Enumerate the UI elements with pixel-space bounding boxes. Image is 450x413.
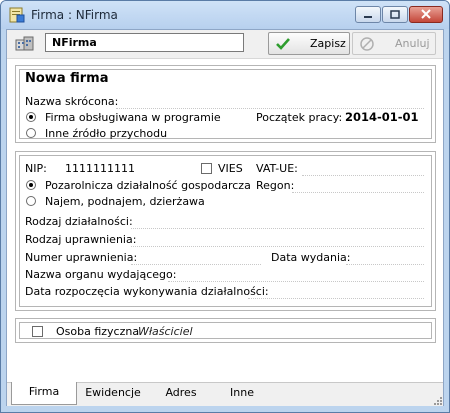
activity-type-field[interactable]	[131, 228, 424, 229]
vies-label: VIES	[218, 162, 243, 175]
issue-date-label: Data wydania:	[271, 251, 351, 264]
toolbar: NFirma Zapisz Anuluj	[7, 30, 443, 59]
company-details-group: NIP: 1111111111 VIES VAT-UE: Pozarolnicz…	[15, 151, 436, 311]
activity-start-field[interactable]	[248, 298, 424, 299]
start-work-label: Początek pracy:	[256, 111, 343, 124]
window-title: Firma : NFirma	[31, 8, 118, 22]
activity-start-label: Data rozpoczęcia wykonywania działalnośc…	[25, 285, 269, 298]
permission-number-label: Numer uprawnienia:	[25, 251, 138, 264]
radio-other-income[interactable]	[26, 128, 36, 138]
minimize-icon	[364, 16, 372, 18]
short-name-field[interactable]	[116, 108, 424, 109]
short-name-label: Nazwa skrócona:	[25, 95, 119, 108]
tab-bar: Firma Ewidencje Adres Inne	[7, 382, 443, 406]
cancel-button[interactable]: Anuluj	[352, 32, 436, 55]
save-button-label: Zapisz	[310, 37, 346, 50]
tab-inne[interactable]: Inne	[215, 383, 269, 405]
radio-business-activity[interactable]	[26, 180, 36, 190]
permission-type-field[interactable]	[131, 246, 424, 247]
radio-rent[interactable]	[26, 196, 36, 206]
issuing-authority-label: Nazwa organu wydającego:	[25, 268, 177, 281]
checkmark-icon	[275, 36, 291, 52]
natural-person-checkbox[interactable]	[32, 326, 43, 337]
maximize-icon	[390, 10, 400, 19]
radio-program[interactable]	[26, 112, 36, 122]
radio-rent-label: Najem, podnajem, dzierżawa	[45, 195, 205, 208]
form-client-area: NFirma Zapisz Anuluj Nowa firma Nazwa sk…	[6, 29, 444, 406]
regon-label: Regon:	[256, 179, 295, 192]
radio-program-label: Firma obsługiwana w programie	[45, 111, 221, 124]
issue-date-field[interactable]	[346, 264, 424, 265]
permission-type-label: Rodzaj uprawnienia:	[25, 233, 137, 246]
vat-ue-field[interactable]	[302, 175, 424, 176]
cancel-button-label: Anuluj	[395, 37, 430, 50]
company-name-input[interactable]: NFirma	[45, 33, 244, 52]
company-icon	[15, 35, 35, 51]
app-window: Firma : NFirma NFirma Zapisz Anuluj Nowa…	[0, 0, 450, 413]
nip-value[interactable]: 1111111111	[65, 162, 135, 175]
close-icon	[421, 9, 431, 19]
tab-adres[interactable]: Adres	[151, 383, 211, 405]
issuing-authority-field[interactable]	[168, 281, 424, 282]
radio-business-label: Pozarolnicza działalność gospodarcza	[45, 179, 251, 192]
tab-ewidencje[interactable]: Ewidencje	[79, 383, 147, 405]
permission-number-field[interactable]	[131, 264, 261, 265]
start-work-value[interactable]: 2014-01-01	[345, 110, 419, 124]
radio-other-label: Inne źródło przychodu	[45, 127, 168, 140]
new-company-group: Nowa firma Nazwa skrócona: Firma obsługi…	[15, 65, 436, 143]
vat-ue-label: VAT-UE:	[256, 162, 298, 175]
owner-field[interactable]: Właściciel	[138, 325, 193, 338]
title-bar[interactable]: Firma : NFirma	[1, 1, 449, 29]
regon-field[interactable]	[292, 192, 424, 193]
resize-grip-icon[interactable]	[431, 394, 443, 406]
maximize-button[interactable]	[382, 6, 408, 23]
close-button[interactable]	[409, 6, 443, 23]
tab-firma[interactable]: Firma	[11, 382, 77, 405]
nip-label: NIP:	[25, 162, 47, 175]
vies-checkbox[interactable]	[201, 163, 212, 174]
cancel-icon	[359, 36, 375, 52]
owner-group: Osoba fizyczna Właściciel	[15, 318, 436, 343]
natural-person-label: Osoba fizyczna	[56, 325, 140, 338]
section-heading: Nowa firma	[25, 71, 109, 86]
activity-type-label: Rodzaj działalności:	[25, 215, 133, 228]
app-icon	[9, 7, 25, 23]
minimize-button[interactable]	[355, 6, 381, 23]
save-button[interactable]: Zapisz	[268, 32, 350, 55]
